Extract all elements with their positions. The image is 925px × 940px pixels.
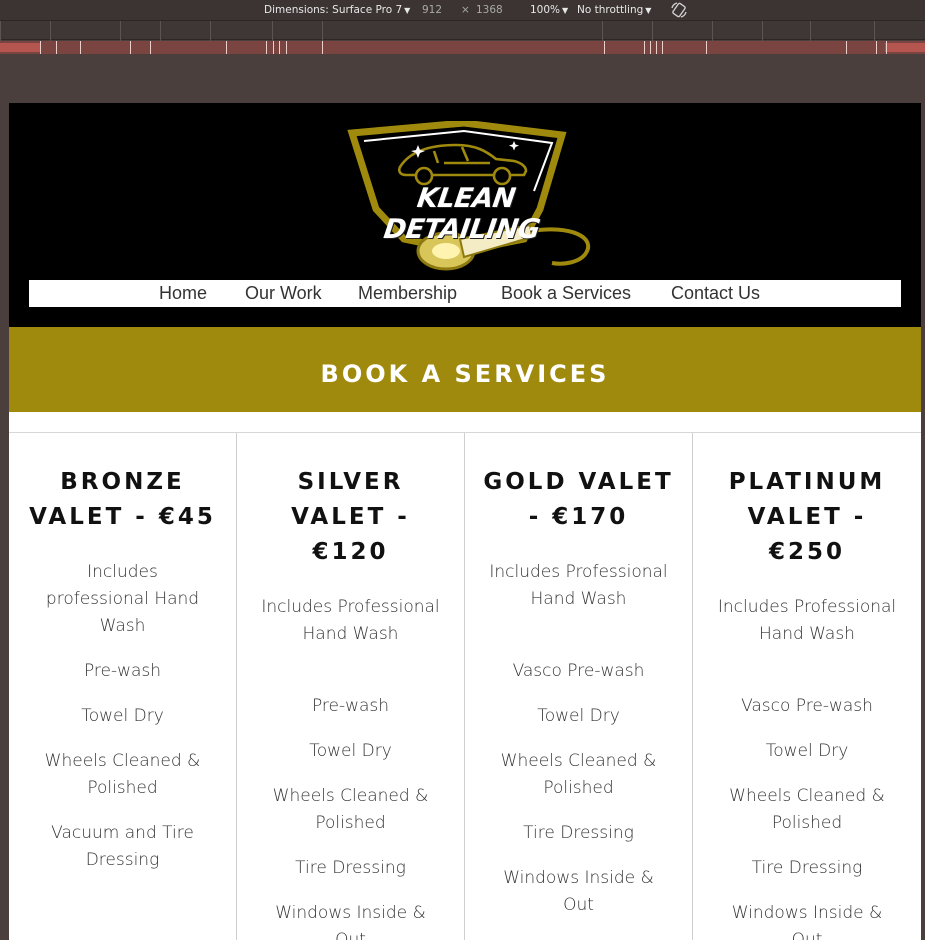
media-query-bar-top[interactable]	[0, 20, 925, 41]
package-feature: Wheels Cleaned & Polished	[729, 786, 885, 833]
package-card-platinum: PLATINUM VALET - €250 Includes Professio…	[693, 433, 921, 940]
package-card-bronze: BRONZE VALET - €45 Includes professional…	[9, 433, 237, 940]
zoom-label: 100%	[530, 4, 561, 16]
package-feature: Towel Dry	[309, 741, 392, 761]
package-feature: Wheels Cleaned & Polished	[500, 751, 657, 798]
page-title: BOOK A SERVICES	[320, 360, 610, 388]
media-query-bar-breakpoints[interactable]	[0, 41, 925, 54]
device-width-input[interactable]: 912	[422, 4, 442, 16]
package-feature: Includes professional Hand Wash	[45, 562, 200, 636]
chevron-down-icon: ▼	[404, 6, 411, 15]
chevron-down-icon: ▼	[645, 6, 652, 15]
package-feature: Vasco Pre-wash	[741, 696, 873, 716]
nav-book-a-services[interactable]: Book a Services	[501, 283, 631, 304]
page-viewport: KLEAN DETAILING Home Our Work Membership…	[9, 103, 921, 940]
package-feature: Includes Professional Hand Wash	[717, 597, 897, 644]
package-feature: Towel Dry	[537, 706, 620, 726]
device-height-input[interactable]: 1368	[476, 4, 503, 16]
package-card-gold: GOLD VALET - €170 Includes Professional …	[465, 433, 693, 940]
package-title: BRONZE VALET - €45	[29, 469, 216, 530]
package-feature: Tire Dressing	[751, 858, 863, 878]
page-banner: BOOK A SERVICES	[9, 327, 921, 412]
package-feature: Towel Dry	[765, 741, 849, 761]
package-feature: Includes Professional Hand Wash	[261, 597, 440, 644]
main-navigation: Home Our Work Membership Book a Services…	[29, 280, 901, 307]
site-header: KLEAN DETAILING Home Our Work Membership…	[9, 103, 921, 327]
dimension-separator: ×	[461, 4, 470, 16]
package-feature: Vasco Pre-wash	[512, 661, 645, 681]
package-feature: Tire Dressing	[295, 858, 406, 878]
throttling-dropdown[interactable]: No throttling ▼	[577, 4, 651, 16]
klean-detailing-logo[interactable]: KLEAN DETAILING	[334, 119, 594, 273]
device-dimensions-dropdown[interactable]: Dimensions: Surface Pro 7 ▼	[264, 4, 410, 16]
package-feature: Wheels Cleaned & Polished	[44, 751, 201, 798]
zoom-dropdown[interactable]: 100% ▼	[530, 4, 568, 16]
nav-membership[interactable]: Membership	[358, 283, 457, 304]
package-feature: Windows Inside & Out	[503, 868, 654, 915]
package-feature: Towel Dry	[81, 706, 164, 726]
package-feature: Wheels Cleaned & Polished	[272, 786, 429, 833]
chevron-down-icon: ▼	[562, 6, 569, 15]
package-feature: Includes Professional Hand Wash	[489, 562, 668, 609]
devtools-device-toolbar: Dimensions: Surface Pro 7 ▼ 912 × 1368 10…	[0, 0, 925, 20]
package-title: GOLD VALET - €170	[483, 469, 674, 530]
package-title: PLATINUM VALET - €250	[728, 469, 886, 565]
logo-text: KLEAN DETAILING	[381, 183, 542, 245]
throttling-label: No throttling	[577, 4, 644, 16]
package-feature: Windows Inside & Out	[275, 903, 426, 940]
rotate-icon[interactable]	[670, 1, 688, 19]
nav-contact-us[interactable]: Contact Us	[671, 283, 760, 304]
package-title: SILVER VALET - €120	[291, 469, 410, 565]
package-feature: Pre-wash	[83, 661, 162, 681]
package-card-silver: SILVER VALET - €120 Includes Professiona…	[237, 433, 465, 940]
device-dimensions-label: Dimensions: Surface Pro 7	[264, 4, 403, 16]
package-feature: Vacuum and Tire Dressing	[51, 823, 194, 870]
package-feature: Windows Inside & Out	[731, 903, 883, 940]
nav-our-work[interactable]: Our Work	[245, 283, 322, 304]
package-feature: Pre-wash	[311, 696, 390, 716]
nav-home[interactable]: Home	[159, 283, 207, 304]
package-feature: Tire Dressing	[523, 823, 634, 843]
